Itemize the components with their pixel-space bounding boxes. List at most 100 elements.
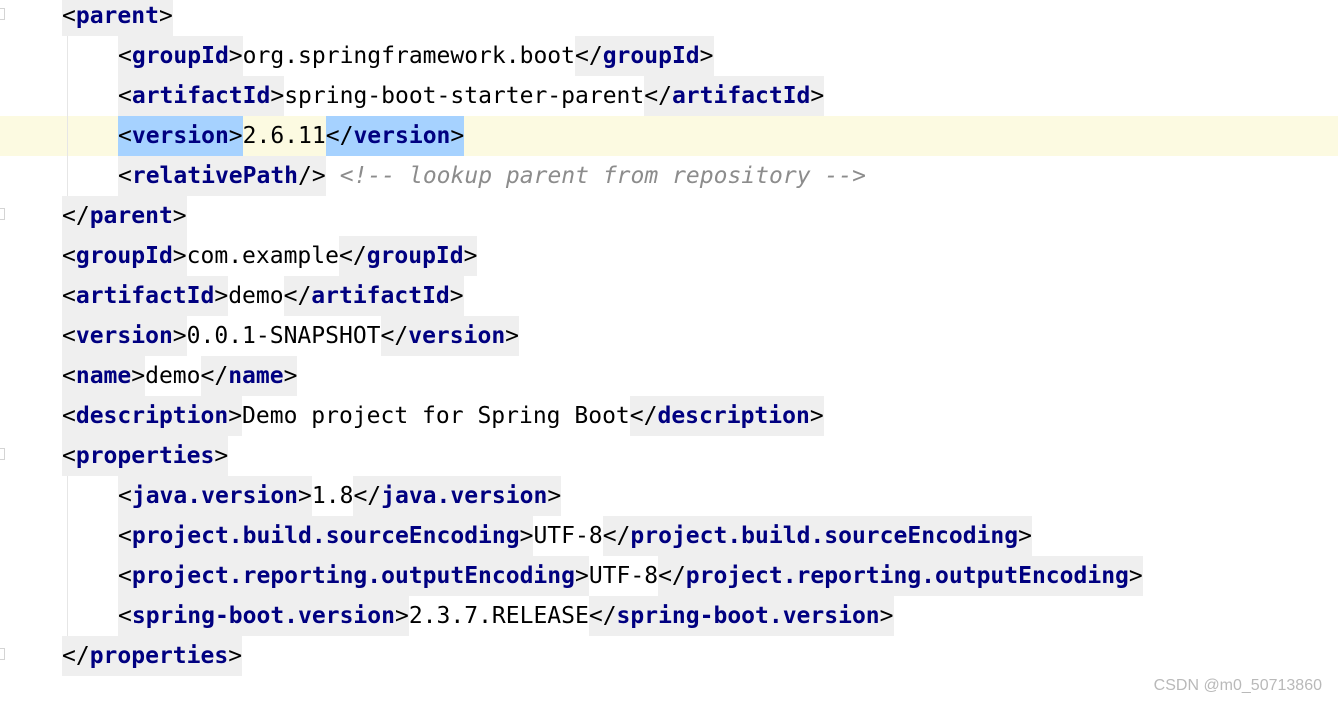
code-line-artifactid[interactable]: <artifactId> demo </artifactId> <box>0 276 1338 316</box>
xml-text-value: 1.8 <box>311 483 354 509</box>
xml-open-tag: <project.build.sourceEncoding> <box>118 516 534 556</box>
xml-text-value: UTF-8 <box>533 523 603 549</box>
xml-open-tag: <name> <box>62 356 146 396</box>
xml-text-value: Demo project for Spring Boot <box>242 403 630 429</box>
xml-comment: <!-- lookup parent from repository --> <box>339 163 866 189</box>
xml-open-tag: <project.reporting.outputEncoding> <box>118 556 589 596</box>
xml-open-tag: <relativePath/> <box>118 156 326 196</box>
xml-close-tag: </spring-boot.version> <box>588 596 894 636</box>
code-line-properties-close[interactable]: </properties> <box>0 636 1338 676</box>
tag-name: java.version <box>381 483 548 509</box>
tag-name: groupId <box>602 43 700 69</box>
tag-name: relativePath <box>131 163 299 189</box>
code-content: <parent> <box>62 0 173 36</box>
code-line-name[interactable]: <name> demo </name> <box>0 356 1338 396</box>
xml-text-value: demo <box>228 283 284 309</box>
code-content: <properties> <box>62 436 229 476</box>
indent-guide <box>67 516 68 556</box>
xml-open-tag: <parent> <box>62 0 173 36</box>
code-content: <project.build.sourceEncoding> UTF-8 </pro… <box>118 516 1032 556</box>
tag-name: project.reporting.outputEncoding <box>131 563 575 589</box>
xml-close-tag: </groupId> <box>338 236 478 276</box>
xml-close-tag: </version> <box>380 316 520 356</box>
tag-name: version <box>131 123 229 149</box>
code-line-parent-open[interactable]: <parent> <box>0 0 1338 36</box>
tag-name: groupId <box>366 243 464 269</box>
fold-marker-icon[interactable] <box>0 208 5 220</box>
tag-name: groupId <box>131 43 229 69</box>
tag-name: name <box>75 363 132 389</box>
code-content: <version> 0.0.1-SNAPSHOT </version> <box>62 316 520 356</box>
code-line-parent-close[interactable]: </parent> <box>0 196 1338 236</box>
indent-guide <box>67 36 68 76</box>
code-content: <description> Demo project for Spring Boo… <box>62 396 824 436</box>
xml-open-tag: <version> <box>118 116 243 156</box>
indent-guide <box>67 116 68 156</box>
tag-name: version <box>353 123 451 149</box>
code-line-parent-version[interactable]: <version> 2.6.11 </version> <box>0 116 1338 156</box>
tag-name: name <box>228 363 284 389</box>
xml-open-tag: <groupId> <box>62 236 187 276</box>
code-line-parent-relativepath[interactable]: <relativePath/> <!-- lookup parent from r… <box>0 156 1338 196</box>
code-content: </parent> <box>62 196 187 236</box>
code-line-description[interactable]: <description> Demo project for Spring Boo… <box>0 396 1338 436</box>
xml-text-value: 0.0.1-SNAPSHOT <box>186 323 381 349</box>
tag-name: artifactId <box>75 283 215 309</box>
tag-name: artifactId <box>131 83 271 109</box>
code-line-output-encoding[interactable]: <project.reporting.outputEncoding> UTF-8 <… <box>0 556 1338 596</box>
indent-guide <box>67 156 68 196</box>
code-line-properties-open[interactable]: <properties> <box>0 436 1338 476</box>
xml-text-value: demo <box>145 363 201 389</box>
xml-close-tag: </version> <box>325 116 465 156</box>
xml-text-value: 2.3.7.RELEASE <box>408 603 589 629</box>
code-content: <version> 2.6.11 </version> <box>118 116 465 156</box>
tag-name: parent <box>89 203 173 229</box>
code-line-parent-groupid[interactable]: <groupId> org.springframework.boot </group… <box>0 36 1338 76</box>
code-content: <project.reporting.outputEncoding> UTF-8 <… <box>118 556 1143 596</box>
tag-name: parent <box>75 3 159 29</box>
xml-close-tag: </project.build.sourceEncoding> <box>602 516 1032 556</box>
tag-name: java.version <box>131 483 299 509</box>
xml-open-tag: <version> <box>62 316 187 356</box>
code-content: <artifactId> spring-boot-starter-parent </… <box>118 76 825 116</box>
xml-close-tag: </groupId> <box>575 36 714 76</box>
tag-name: groupId <box>75 243 173 269</box>
indent-guide <box>67 596 68 636</box>
xml-text-value: org.springframework.boot <box>242 43 575 69</box>
code-line-spring-boot-version[interactable]: <spring-boot.version> 2.3.7.RELEASE </spri… <box>0 596 1338 636</box>
xml-close-tag: </parent> <box>62 196 187 236</box>
code-editor[interactable]: <parent> <groupId> org.springframework.boo… <box>0 0 1338 703</box>
xml-close-tag: </properties> <box>62 636 243 676</box>
code-content: <groupId> com.example </groupId> <box>62 236 478 276</box>
tag-name: spring-boot.version <box>616 603 880 629</box>
xml-open-tag: <artifactId> <box>62 276 229 316</box>
code-content: </properties> <box>62 636 243 676</box>
code-content: <spring-boot.version> 2.3.7.RELEASE </spri… <box>118 596 894 636</box>
code-line-parent-artifactid[interactable]: <artifactId> spring-boot-starter-parent </… <box>0 76 1338 116</box>
code-line-source-encoding[interactable]: <project.build.sourceEncoding> UTF-8 </pro… <box>0 516 1338 556</box>
tag-name: description <box>657 403 810 429</box>
xml-open-tag: <artifactId> <box>118 76 285 116</box>
code-content: <artifactId> demo </artifactId> <box>62 276 464 316</box>
tag-name: artifactId <box>311 283 450 309</box>
code-line-groupid[interactable]: <groupId> com.example </groupId> <box>0 236 1338 276</box>
fold-marker-icon[interactable] <box>0 8 5 20</box>
indent-guide <box>67 76 68 116</box>
xml-text-value: UTF-8 <box>588 563 659 589</box>
watermark: CSDN @m0_50713860 <box>1153 677 1322 694</box>
tag-name: properties <box>75 443 215 469</box>
xml-open-tag: <spring-boot.version> <box>118 596 409 636</box>
fold-marker-icon[interactable] <box>0 448 5 460</box>
code-line-version[interactable]: <version> 0.0.1-SNAPSHOT </version> <box>0 316 1338 356</box>
xml-open-tag: <java.version> <box>118 476 312 516</box>
xml-open-tag: <groupId> <box>118 36 243 76</box>
code-line-java-version[interactable]: <java.version> 1.8 </java.version> <box>0 476 1338 516</box>
xml-close-tag: </project.reporting.outputEncoding> <box>658 556 1143 596</box>
xml-close-tag: </artifactId> <box>644 76 825 116</box>
xml-open-tag: <properties> <box>62 436 229 476</box>
xml-text-value: com.example <box>186 243 339 269</box>
fold-marker-icon[interactable] <box>0 648 5 660</box>
tag-name: spring-boot.version <box>131 603 395 629</box>
tag-name: version <box>75 323 173 349</box>
code-content: <java.version> 1.8 </java.version> <box>118 476 562 516</box>
